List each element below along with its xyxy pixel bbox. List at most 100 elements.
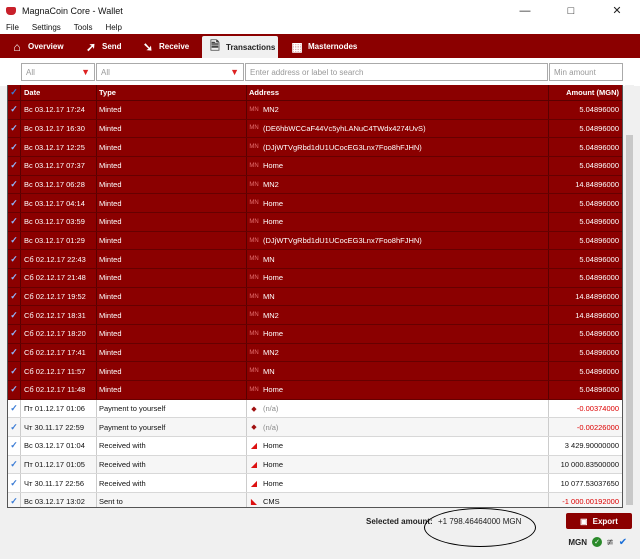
tab-label: Masternodes [308,42,358,51]
confirmed-status-cell: ✓ [8,119,21,138]
table-row[interactable]: ✓ Вс 03.12.17 06:28 Minted MN MN2 14.84896000 [8,175,622,195]
table-row[interactable]: ✓ Чт 30.11.17 22:59 Payment to yourself ◆ (n… [8,418,622,438]
table-row[interactable]: ✓ Сб 02.12.17 17:41 Minted MN MN2 5.04896000 [8,343,622,363]
date-cell: Вс 03.12.17 12:25 [21,138,97,156]
scrollbar-thumb[interactable] [626,135,633,505]
address-search-input[interactable]: Enter address or label to search [245,63,548,81]
tab-transactions[interactable]: 🗎 Transactions [202,36,278,58]
table-row[interactable]: ✓ Пт 01.12.17 01:06 Payment to yourself ◆ (n… [8,399,622,419]
table-row[interactable]: ✓ Вс 03.12.17 17:24 Minted MN MN2 5.04896000 [8,101,622,120]
received-icon: ◢ [250,441,258,451]
address-cell: MN (DJjWTVgRbd1dU1UCocEG3Lnx7Foo8hFJHN) [247,231,549,250]
table-row[interactable]: ✓ Сб 02.12.17 11:48 Minted MN Home 5.04896000 [8,381,622,400]
table-row[interactable]: ✓ Сб 02.12.17 22:43 Minted MN MN 5.04896000 [8,250,622,270]
export-button[interactable]: ▣ Export [566,513,632,529]
masternode-label-icon: MN [249,274,259,281]
vertical-scrollbar[interactable] [625,85,634,508]
table-row[interactable]: ✓ Вс 03.12.17 07:37 Minted MN Home 5.04896000 [8,157,622,176]
export-icon: ▣ [580,516,588,526]
table-row[interactable]: ✓ Вс 03.12.17 04:14 Minted MN Home 5.04896000 [8,194,622,213]
amount-column-header[interactable]: Amount (MGN) [549,85,622,100]
amount-cell: 14.84896000 [575,180,619,189]
amount-cell: 5.04896000 [579,123,619,133]
type-cell: Received with [97,455,247,474]
table-row[interactable]: ✓ Сб 02.12.17 21:48 Minted MN Home 5.04896000 [8,269,622,288]
confirmed-status-cell: ✓ [8,306,21,325]
close-button[interactable]: ✕ [594,0,640,21]
type-filter-select[interactable]: All ▼ [96,63,244,81]
confirmed-status-cell: ✓ [8,175,21,194]
address-column-header[interactable]: Address [247,85,549,100]
date-column-header[interactable]: Date [21,85,97,100]
network-activity-icon: ≇ [606,536,614,547]
amount-cell: -0.00226000 [576,422,619,432]
type-column-header[interactable]: Type [97,85,247,100]
table-row[interactable]: ✓ Сб 02.12.17 19:52 Minted MN MN 14.84896000 [8,287,622,307]
address-label: Home [263,329,284,339]
unit-label[interactable]: MGN [568,538,587,547]
table-row[interactable]: ✓ Чт 30.11.17 22:56 Received with ◢ Home 10 0… [8,474,622,494]
amount-cell: 5.04896000 [579,198,619,208]
type-cell: Minted [97,213,247,231]
confirmed-check-icon: ✓ [10,365,18,376]
menu-help[interactable]: Help [105,23,121,32]
status-column-header[interactable]: ✓ [8,85,21,100]
address-cell: MN (DE6hbWCCaF44Vc5yhLANuC4TWdx4274UvS) [247,119,549,138]
amount-cell: 5.04896000 [579,385,619,395]
type-cell: Minted [97,194,247,212]
masternode-label-icon: MN [249,200,259,207]
min-amount-input[interactable]: Min amount [549,63,623,81]
confirmed-check-icon: ✓ [10,477,18,488]
tab-overview[interactable]: ⌂ Overview [10,36,63,57]
date-cell: Сб 02.12.17 21:48 [21,269,97,287]
menu-settings[interactable]: Settings [32,23,61,32]
table-row[interactable]: ✓ Вс 03.12.17 16:30 Minted MN (DE6hbWCCaF44V… [8,119,622,139]
table-row[interactable]: ✓ Сб 02.12.17 18:31 Minted MN MN2 14.84896000 [8,306,622,326]
table-row[interactable]: ✓ Вс 03.12.17 01:04 Received with ◢ Home 3 42… [8,437,622,456]
address-cell: ◢ Home [247,474,549,493]
menu-tools[interactable]: Tools [74,23,93,32]
date-cell: Пт 01.12.17 01:05 [21,455,97,474]
confirmed-check-icon: ✓ [10,291,18,302]
table-row[interactable]: ✓ Вс 03.12.17 12:25 Minted MN (DJjWTVgRbd1dU… [8,138,622,157]
home-icon: ⌂ [13,39,21,54]
table-row[interactable]: ✓ Сб 02.12.17 18:20 Minted MN Home 5.04896000 [8,325,622,344]
address-cell: MN MN [247,250,549,269]
tab-masternodes[interactable]: ▦ Masternodes [290,36,357,57]
tab-send[interactable]: ➚ Send [84,36,122,57]
table-row[interactable]: ✓ Пт 01.12.17 01:05 Received with ◢ Home 10 0… [8,455,622,475]
receive-arrow-icon: ➘ [142,39,154,54]
date-cell: Вс 03.12.17 07:37 [21,157,97,175]
tab-receive[interactable]: ➘ Receive [141,36,189,57]
confirmed-check-icon: ✓ [10,403,18,414]
confirmed-check-icon: ✓ [10,179,18,189]
address-label: MN [263,292,275,302]
menu-file[interactable]: File [6,23,19,32]
payment-to-self-icon: ◆ [251,405,257,413]
table-row[interactable]: ✓ Вс 03.12.17 13:02 Sent to ◣ CMS -1 000.0019… [8,493,622,507]
type-cell: Minted [97,175,247,194]
magnacoin-logo-icon [6,6,16,15]
address-label: Home [263,198,284,208]
type-cell: Sent to [97,493,247,507]
masternode-label-icon: MN [249,218,259,225]
address-label: Home [263,460,284,470]
confirmed-check-icon: ✓ [10,253,18,264]
date-filter-select[interactable]: All ▼ [21,63,95,81]
confirmed-status-cell: ✓ [8,455,21,474]
masternode-label-icon: MN [249,349,259,356]
confirmed-status-cell: ✓ [8,101,21,119]
sent-icon: ◣ [250,497,258,507]
maximize-button[interactable]: □ [548,0,594,21]
address-label: (n/a) [263,404,279,414]
table-row[interactable]: ✓ Вс 03.12.17 03:59 Minted MN Home 5.04896000 [8,213,622,232]
amount-cell: 10 000.83500000 [560,460,619,470]
table-row[interactable]: ✓ Вс 03.12.17 01:29 Minted MN (DJjWTVgRbd1dU… [8,231,622,251]
minimize-button[interactable]: — [502,0,548,21]
address-label: MN2 [263,348,279,358]
amount-cell: 5.04896000 [579,105,619,115]
address-label: Home [263,161,284,171]
type-cell: Minted [97,269,247,287]
table-row[interactable]: ✓ Сб 02.12.17 11:57 Minted MN MN 5.04896000 [8,362,622,382]
address-cell: MN Home [247,269,549,287]
